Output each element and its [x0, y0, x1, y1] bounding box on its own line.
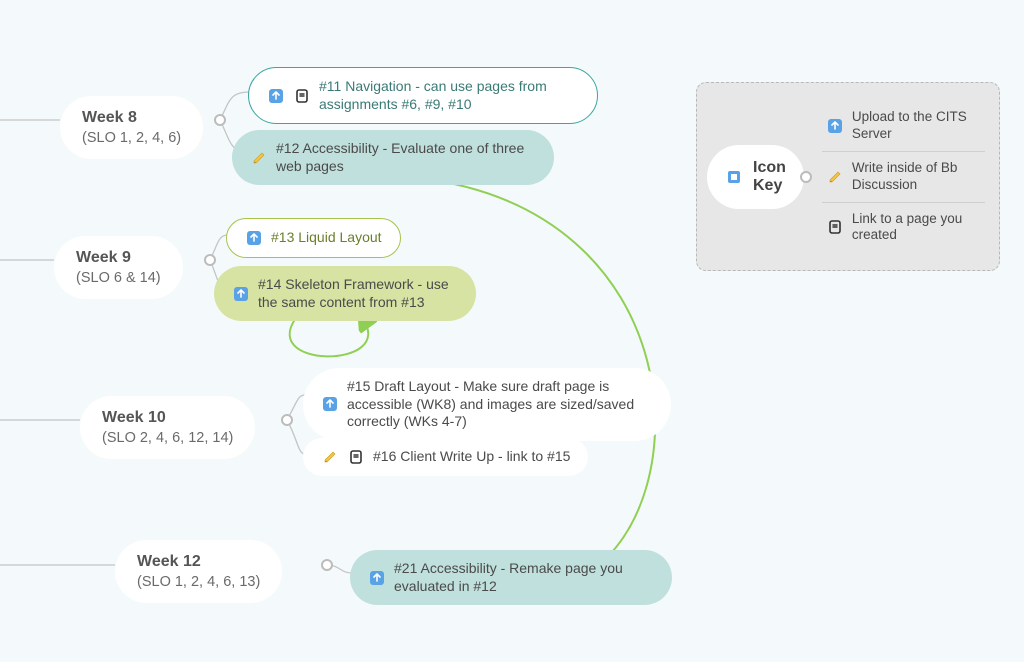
branch-dot [321, 559, 333, 571]
legend-item-upload: Upload to the CITS Server [822, 101, 985, 152]
icon-key-label: Icon Key [753, 159, 786, 195]
legend-upload-text: Upload to the CITS Server [852, 109, 981, 143]
task-15-text: #15 Draft Layout - Make sure draft page … [347, 378, 647, 431]
task-21-text: #21 Accessibility - Remake page you eval… [394, 560, 654, 595]
legend-item-write: Write inside of Bb Discussion [822, 152, 985, 203]
pencil-icon [826, 168, 844, 186]
week-9-slo: (SLO 6 & 14) [76, 269, 161, 287]
pencil-icon [321, 448, 339, 466]
week-12-slo: (SLO 1, 2, 4, 6, 13) [137, 573, 260, 591]
link-icon [826, 218, 844, 236]
branch-dot [204, 254, 216, 266]
pencil-icon [250, 149, 268, 167]
link-icon [347, 448, 365, 466]
task-14-node[interactable]: #14 Skeleton Framework - use the same co… [214, 266, 476, 321]
branch-dot [281, 414, 293, 426]
week-8-title: Week 8 [82, 108, 137, 128]
week-12-title: Week 12 [137, 552, 201, 572]
branch-dot [214, 114, 226, 126]
legend-item-link: Link to a page you created [822, 203, 985, 253]
branch-dot [800, 171, 812, 183]
icon-key-node[interactable]: Icon Key [707, 145, 804, 209]
upload-icon [245, 229, 263, 247]
task-11-text: #11 Navigation - can use pages from assi… [319, 78, 579, 113]
task-14-text: #14 Skeleton Framework - use the same co… [258, 276, 458, 311]
upload-icon [267, 87, 285, 105]
task-12-node[interactable]: #12 Accessibility - Evaluate one of thre… [232, 130, 554, 185]
task-13-node[interactable]: #13 Liquid Layout [226, 218, 401, 258]
task-11-node[interactable]: #11 Navigation - can use pages from assi… [248, 67, 598, 124]
week-8-slo: (SLO 1, 2, 4, 6) [82, 129, 181, 147]
upload-icon [368, 569, 386, 587]
week-12-node[interactable]: Week 12 (SLO 1, 2, 4, 6, 13) [115, 540, 282, 603]
upload-icon [321, 395, 339, 413]
week-10-node[interactable]: Week 10 (SLO 2, 4, 6, 12, 14) [80, 396, 255, 459]
week-8-node[interactable]: Week 8 (SLO 1, 2, 4, 6) [60, 96, 203, 159]
task-12-text: #12 Accessibility - Evaluate one of thre… [276, 140, 536, 175]
legend-link-text: Link to a page you created [852, 211, 981, 245]
week-10-slo: (SLO 2, 4, 6, 12, 14) [102, 429, 233, 447]
task-16-text: #16 Client Write Up - link to #15 [373, 448, 570, 466]
link-icon [293, 87, 311, 105]
upload-icon [826, 117, 844, 135]
square-icon [725, 168, 743, 186]
task-21-node[interactable]: #21 Accessibility - Remake page you eval… [350, 550, 672, 605]
task-15-node[interactable]: #15 Draft Layout - Make sure draft page … [303, 368, 671, 441]
task-13-text: #13 Liquid Layout [271, 229, 382, 247]
task-16-node[interactable]: #16 Client Write Up - link to #15 [303, 438, 588, 476]
icon-key-panel: Icon Key Upload to the CITS Server Write… [696, 82, 1000, 271]
week-9-node[interactable]: Week 9 (SLO 6 & 14) [54, 236, 183, 299]
legend-write-text: Write inside of Bb Discussion [852, 160, 981, 194]
upload-icon [232, 285, 250, 303]
week-9-title: Week 9 [76, 248, 131, 268]
icon-key-items: Upload to the CITS Server Write inside o… [822, 101, 985, 252]
week-10-title: Week 10 [102, 408, 166, 428]
